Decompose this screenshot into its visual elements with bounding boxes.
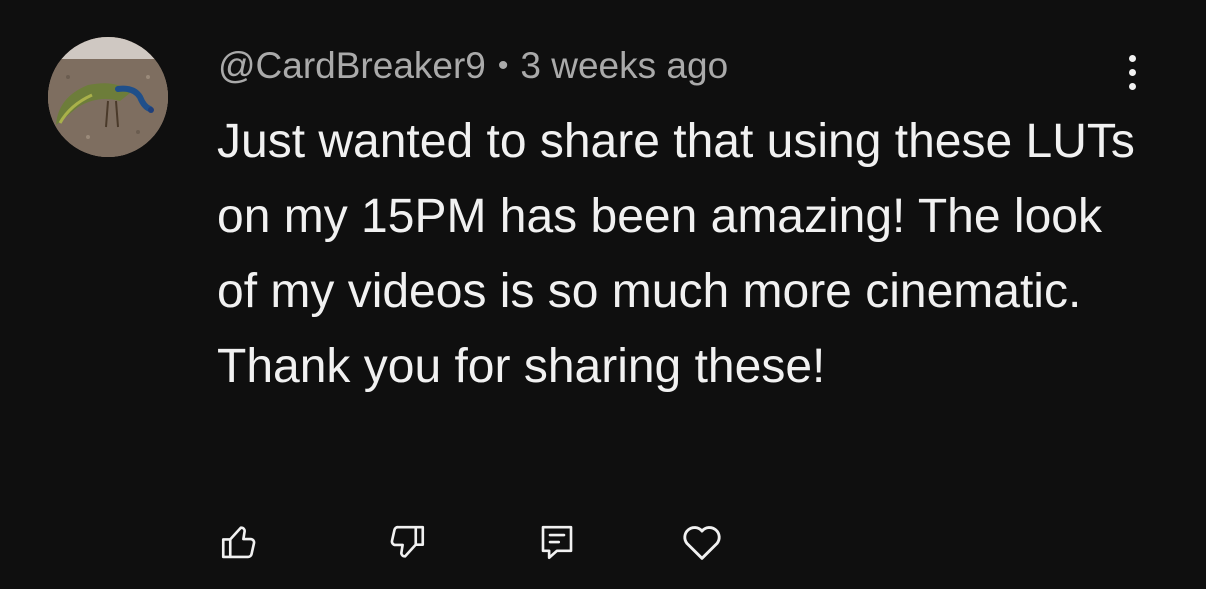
comment-meta: @CardBreaker9 • 3 weeks ago bbox=[218, 42, 728, 90]
heart-button[interactable] bbox=[678, 518, 726, 566]
like-button[interactable] bbox=[215, 518, 263, 566]
more-options-button[interactable] bbox=[1112, 50, 1152, 94]
reply-button[interactable] bbox=[533, 518, 581, 566]
peacock-avatar-image bbox=[48, 37, 168, 157]
reply-icon bbox=[541, 525, 573, 560]
thumbs-down-icon bbox=[390, 525, 425, 558]
comment-card: @CardBreaker9 • 3 weeks ago Just wanted … bbox=[0, 0, 1206, 589]
author-name[interactable]: @CardBreaker9 bbox=[218, 45, 486, 87]
more-vertical-icon bbox=[1128, 54, 1136, 62]
meta-separator: • bbox=[497, 49, 509, 82]
avatar[interactable] bbox=[48, 37, 168, 157]
comment-text: Just wanted to share that using these LU… bbox=[217, 115, 1135, 393]
comment-timestamp[interactable]: 3 weeks ago bbox=[520, 45, 728, 87]
thumbs-up-icon bbox=[221, 526, 256, 559]
dislike-button[interactable] bbox=[383, 518, 431, 566]
heart-icon bbox=[683, 526, 721, 560]
